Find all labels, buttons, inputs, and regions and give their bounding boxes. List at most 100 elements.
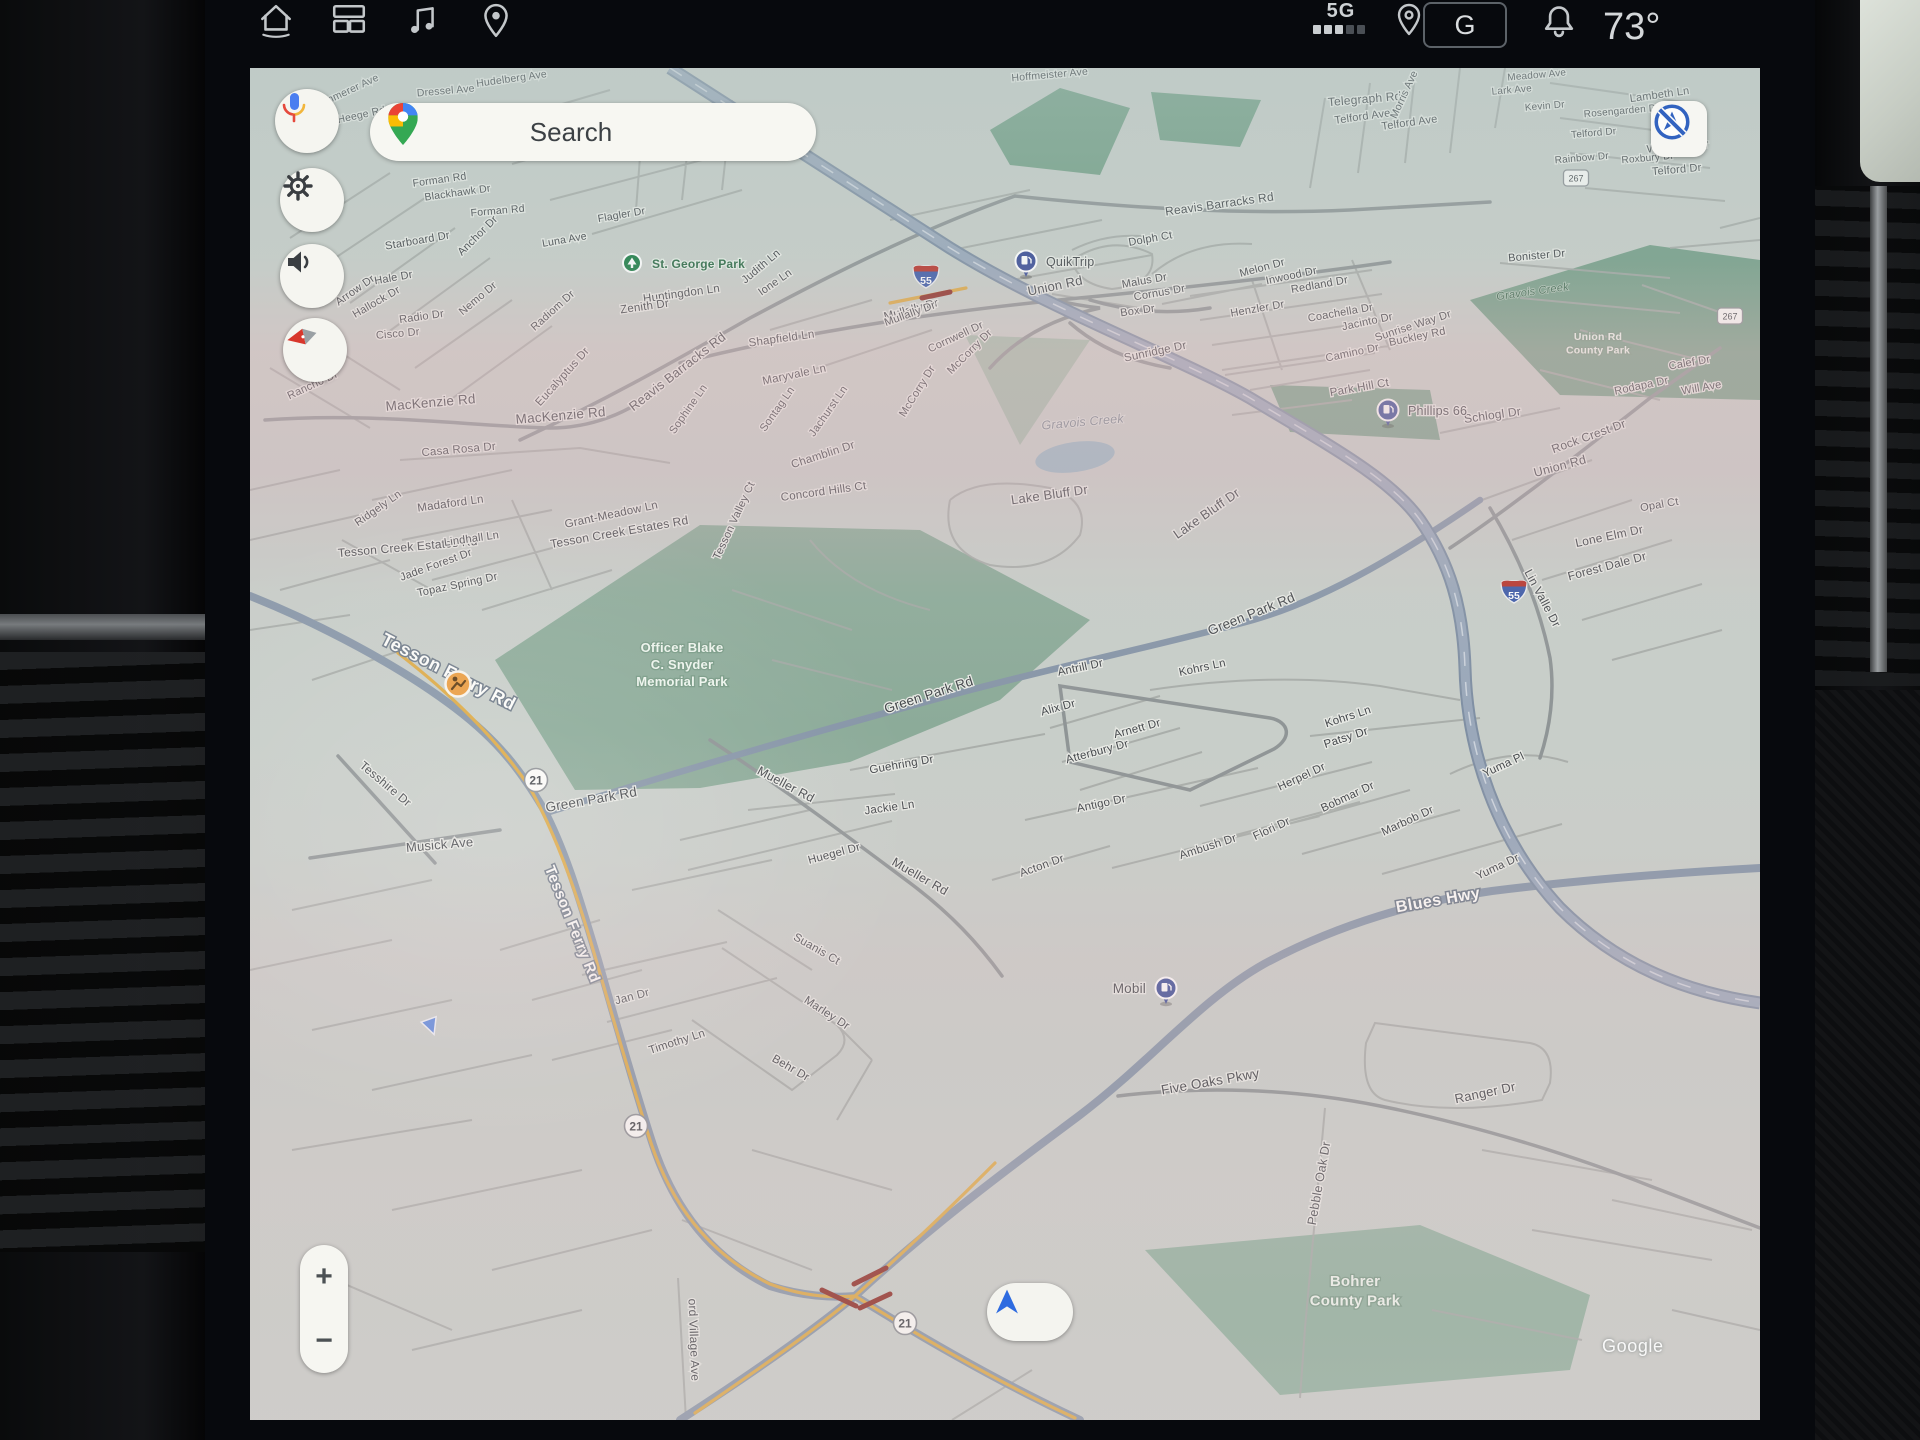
zoom-control[interactable]: + −: [300, 1245, 348, 1373]
traffic-overlay: [398, 288, 1075, 1418]
route-shield-55: 55: [1501, 581, 1526, 603]
street-label: Bonister Dr: [1508, 248, 1566, 265]
street-label: Green Park Rd: [1206, 590, 1298, 639]
route-shield-21: 21: [625, 1115, 648, 1138]
street-label: Ridgely Ln: [353, 488, 404, 529]
street-label: Anchor Dr: [455, 213, 500, 258]
svg-text:21: 21: [529, 774, 543, 788]
zoom-in-button[interactable]: +: [300, 1245, 348, 1309]
street-label: Meadow Ave: [1507, 68, 1567, 84]
street-label: Lake Bluff Dr: [1010, 482, 1089, 508]
street-label: Lone Elm Dr: [1574, 522, 1644, 550]
street-label: Kevin Dr: [1524, 99, 1565, 113]
apps-grid-icon[interactable]: [330, 2, 368, 45]
street-label: Blues Hwy: [1395, 885, 1482, 917]
street-label: Starboard Dr: [384, 229, 451, 252]
compass-button[interactable]: [283, 318, 347, 382]
street-label: Radiom Dr: [529, 288, 578, 333]
street-label: Jackie Ln: [864, 799, 916, 818]
street-label: ord Village Ave: [686, 1298, 703, 1381]
street-label: Ambush Dr: [1178, 832, 1238, 862]
street-label: Hudelberg Ave: [475, 68, 547, 90]
street-label: Kohrs Ln: [1178, 657, 1227, 679]
search-input[interactable]: Search: [370, 117, 816, 148]
poi-park[interactable]: [623, 254, 641, 272]
street-label: Union RdCounty Park: [1566, 331, 1630, 357]
poi-gas[interactable]: [1016, 251, 1037, 280]
street-label: McCorry Dr: [897, 363, 938, 419]
street-label: Telford Dr: [1571, 126, 1618, 141]
street-label: Concord Hills Ct: [780, 480, 868, 504]
street-label: Cisco Dr: [375, 326, 420, 342]
google-map[interactable]: Kammerer AveHudelberg AveDressel AveHeeg…: [250, 68, 1760, 1420]
search-bar[interactable]: Search: [370, 103, 816, 161]
route-shield-21: 21: [525, 769, 548, 792]
street-label: Five Oaks Pkwy: [1160, 1066, 1261, 1098]
svg-text:267: 267: [1722, 312, 1737, 322]
street-label: Bobmar Dr: [1319, 780, 1376, 815]
location-disabled-button[interactable]: [1651, 101, 1707, 157]
right-chrome-strip: [1870, 186, 1887, 672]
street-label: Reavis Barracks Rd: [626, 329, 729, 414]
google-g-badge[interactable]: G: [1423, 2, 1507, 48]
svg-text:21: 21: [898, 1317, 912, 1331]
street-label: Alix Dr: [1040, 698, 1077, 719]
street-label: Madaford Ln: [417, 493, 485, 514]
google-mic-icon: [275, 89, 313, 127]
street-label: Jan Dr: [614, 987, 651, 1008]
voice-search-button[interactable]: [275, 89, 339, 153]
svg-text:267: 267: [1568, 174, 1583, 184]
poi-label: QuikTrip: [1046, 255, 1094, 269]
street-label: Telegraph Rd: [1327, 89, 1402, 109]
street-label: Shapfield Ln: [748, 328, 815, 349]
car-dashboard: 5G G 73°: [0, 0, 1920, 1440]
street-label: Maryvale Ln: [761, 362, 827, 387]
street-label: Ranger Dr: [1453, 1079, 1517, 1107]
street-label: Flagler Dr: [597, 205, 647, 225]
street-label: Atterbury Dr: [1065, 738, 1130, 766]
recenter-navigation-button[interactable]: [987, 1283, 1073, 1341]
poi-blue-marker[interactable]: [421, 1017, 442, 1038]
music-note-icon[interactable]: [403, 2, 441, 45]
road-blues-hwy: [855, 868, 1760, 1296]
street-label: Hoffmeister Ave: [1011, 68, 1088, 84]
gear-icon: [280, 168, 316, 204]
street-label: Yuma Pl: [1481, 750, 1526, 780]
svg-text:55: 55: [1508, 590, 1520, 602]
street-label: Antigo Dr: [1076, 793, 1127, 815]
temperature-readout: 73°: [1603, 6, 1660, 49]
street-label: Lark Ave: [1491, 83, 1532, 97]
street-label: Opal Ct: [1639, 496, 1679, 515]
street-label: Forest Dale Dr: [1566, 549, 1648, 583]
street-label: Rosengarden Dr: [1583, 103, 1660, 121]
poi-gas[interactable]: [1156, 978, 1177, 1007]
zoom-out-button[interactable]: −: [300, 1309, 348, 1373]
route-shield-55: 55: [913, 266, 938, 288]
home-icon[interactable]: [257, 2, 295, 45]
right-speaker-grille: [1815, 690, 1920, 1440]
street-label: Rainbow Dr: [1554, 151, 1609, 167]
settings-button[interactable]: [280, 168, 344, 232]
google-watermark: Google: [1602, 1336, 1664, 1357]
route-shield-267: 267: [1564, 170, 1589, 186]
map-pin-icon[interactable]: [477, 2, 515, 45]
poi-construction[interactable]: [446, 672, 471, 697]
location-disabled-icon: [1651, 101, 1693, 143]
street-label: MacKenzie Rd: [385, 391, 476, 414]
bell-icon[interactable]: [1539, 2, 1579, 47]
poi-label: St. George Park: [652, 257, 745, 271]
route-shield-21: 21: [894, 1312, 917, 1335]
compass-needle-icon: [283, 318, 321, 356]
signal-bars-icon: [1313, 25, 1365, 34]
street-label: Dressel Ave: [416, 83, 475, 100]
minor-roads: [250, 68, 1760, 1420]
street-label: Sontag Ln: [758, 385, 798, 434]
street-label: Acton Dr: [1018, 853, 1066, 880]
leather-trim: [1860, 0, 1920, 182]
street-label: Herpel Dr: [1276, 761, 1327, 793]
street-label: Flori Dr: [1251, 816, 1292, 843]
location-pin-icon: [1391, 2, 1427, 43]
volume-button[interactable]: [280, 244, 344, 308]
street-label: Jachurst Ln: [807, 384, 851, 439]
street-label: Zenith Dr: [619, 298, 669, 317]
